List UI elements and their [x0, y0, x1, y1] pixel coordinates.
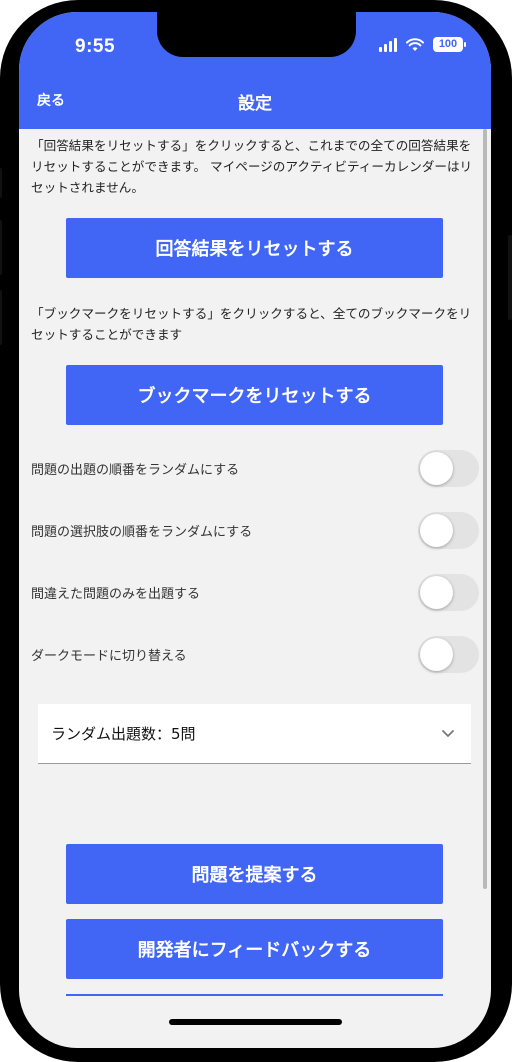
status-time: 9:55	[75, 36, 116, 57]
power-button	[508, 235, 512, 320]
toggle-row-random-choices: 問題の選択肢の順番をランダムにする	[31, 510, 479, 550]
toggle-knob	[420, 637, 453, 671]
signal-icon	[379, 37, 397, 52]
reset-results-description: 「回答結果をリセットする」をクリックすると、これまでの全ての回答結果をリセットす…	[31, 138, 473, 195]
toggle-knob	[420, 513, 453, 547]
random-order-toggle[interactable]	[418, 449, 479, 487]
toggle-label: 問題の選択肢の順番をランダムにする	[31, 524, 253, 540]
chevron-down-icon	[442, 730, 454, 737]
reset-bookmarks-description: 「ブックマークをリセットする」をクリックすると、全てのブックマークをリセットする…	[31, 306, 472, 342]
reset-results-button[interactable]: 回答結果をリセットする	[66, 218, 443, 278]
dark-mode-toggle[interactable]	[418, 635, 479, 673]
toggle-row-dark-mode: ダークモードに切り替える	[31, 634, 479, 674]
battery-icon: 100	[433, 37, 466, 52]
random-count-select[interactable]: ランダム出題数：5問	[38, 704, 471, 764]
feedback-button[interactable]: 開発者にフィードバックする	[66, 919, 443, 979]
wifi-icon	[406, 37, 424, 51]
toggle-label: ダークモードに切り替える	[31, 648, 187, 664]
toggle-row-random-order: 問題の出題の順番をランダムにする	[31, 448, 479, 488]
toggle-label: 問題の出題の順番をランダムにする	[31, 462, 240, 478]
scrollbar[interactable]	[483, 129, 487, 889]
reset-bookmarks-button[interactable]: ブックマークをリセットする	[66, 365, 443, 425]
app-header: 9:55 100 戻る 設定	[19, 12, 491, 129]
toggle-label: 間違えた問題のみを出題する	[31, 586, 201, 602]
mute-switch	[0, 168, 2, 198]
volume-down-button	[0, 290, 2, 345]
next-button-edge	[66, 994, 443, 996]
select-value: ランダム出題数：5問	[51, 725, 196, 743]
toggle-knob	[420, 575, 453, 609]
random-choices-toggle[interactable]	[418, 511, 479, 549]
toggle-knob	[420, 451, 453, 485]
toggle-row-wrong-only: 間違えた問題のみを出題する	[31, 572, 479, 612]
suggest-question-button[interactable]: 問題を提案する	[66, 844, 443, 904]
page-title: 設定	[238, 94, 272, 114]
notch	[157, 12, 356, 57]
screen: 9:55 100 戻る 設定 「回答結果をリセットする」をクリックすると、これま…	[19, 12, 491, 1048]
status-icons: 100	[379, 37, 466, 52]
phone-frame: 9:55 100 戻る 設定 「回答結果をリセットする」をクリックすると、これま…	[0, 0, 512, 1062]
home-indicator[interactable]	[169, 1019, 342, 1025]
volume-up-button	[0, 220, 2, 275]
wrong-only-toggle[interactable]	[418, 573, 479, 611]
